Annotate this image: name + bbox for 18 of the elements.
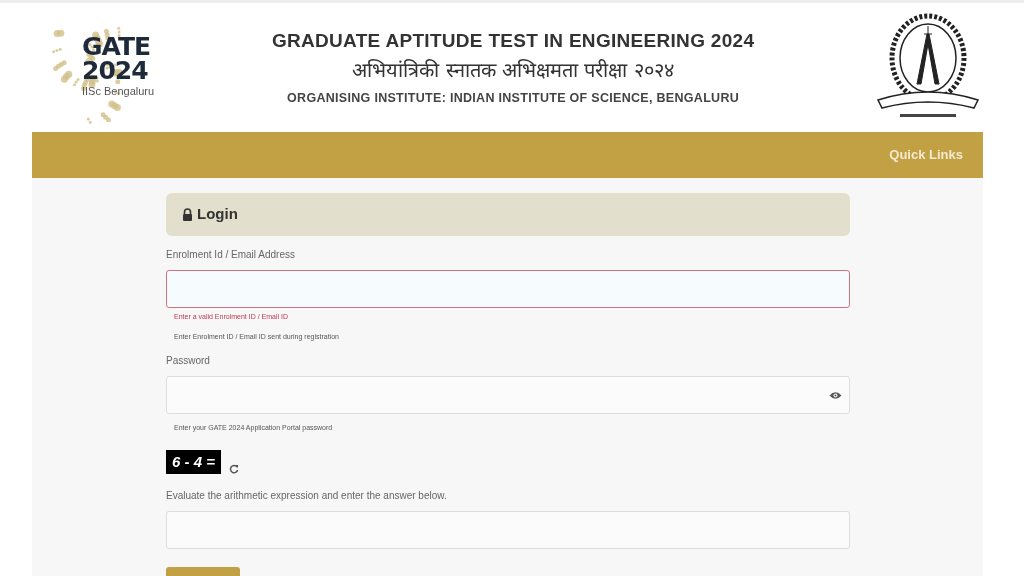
input-field[interactable] bbox=[166, 270, 850, 308]
captcha-image: 6 - 4 = bbox=[166, 449, 221, 474]
site-title-hindi: अभियांत्रिकी स्नातक अभिक्षमता परीक्षा २०२४ bbox=[351, 57, 675, 85]
site-title: GRADUATE APTITUDE TEST IN ENGINEERING 2024 bbox=[271, 28, 755, 53]
eye-icon[interactable] bbox=[829, 391, 842, 400]
login-title: Login bbox=[197, 204, 238, 225]
logo-caption: IISc Bengaluru bbox=[82, 84, 155, 100]
organiser-text: ORGANISING INSTITUTE: INDIAN INSTITUTE OF SCIENCE, BENGALURU bbox=[286, 90, 741, 108]
field-label: Enrolment Id / Email Address bbox=[166, 248, 296, 262]
logo-text: GATE bbox=[82, 35, 152, 60]
nav-link[interactable]: Quick Links bbox=[889, 145, 963, 165]
lock-icon bbox=[182, 208, 193, 221]
field-label: Password bbox=[166, 354, 211, 368]
password-field[interactable] bbox=[166, 376, 850, 414]
refresh-icon[interactable] bbox=[228, 464, 239, 474]
answer-field[interactable] bbox=[166, 511, 850, 549]
logo-text: 2024 bbox=[82, 59, 149, 84]
captcha-instruction: Evaluate the arithmetic expression and enter the answer below. bbox=[166, 489, 448, 503]
